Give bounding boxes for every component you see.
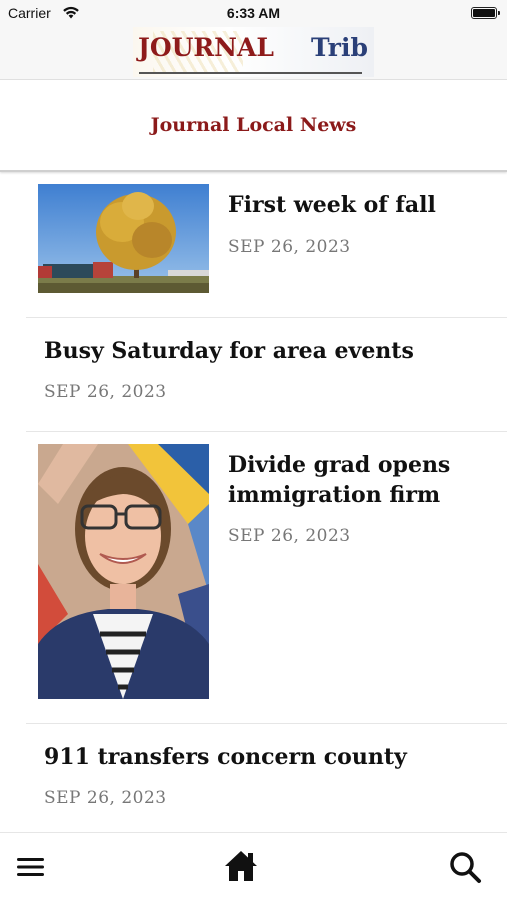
article-headline[interactable]: 911 transfers concern county — [44, 742, 407, 772]
battery-icon — [471, 7, 500, 19]
bottom-tab-bar — [0, 832, 507, 901]
article-thumbnail-tree[interactable] — [38, 184, 209, 293]
clock: 6:33 AM — [226, 5, 281, 21]
article-card[interactable]: Divide grad opens immigration firm SEP 2… — [26, 432, 507, 724]
article-headline[interactable]: First week of fall — [228, 190, 436, 220]
section-title: Journal Local News — [150, 114, 357, 136]
home-icon[interactable] — [223, 848, 259, 884]
top-chrome: Carrier 6:33 AM JOURNAL Trib — [0, 0, 507, 80]
article-date: SEP 26, 2023 — [44, 788, 167, 808]
article-card[interactable]: Busy Saturday for area events SEP 26, 20… — [26, 318, 507, 432]
article-headline-line: immigration firm — [228, 482, 441, 508]
article-card[interactable]: First week of fall SEP 26, 2023 — [26, 172, 507, 318]
logo-underline — [139, 72, 362, 74]
article-headline[interactable]: Divide grad opens immigration firm — [228, 450, 450, 510]
search-icon[interactable] — [448, 850, 482, 884]
article-date: SEP 26, 2023 — [228, 526, 351, 546]
logo-journal-text: JOURNAL — [138, 33, 275, 62]
article-headline-line: Divide grad opens — [228, 452, 451, 478]
article-date: SEP 26, 2023 — [44, 382, 167, 402]
status-bar: Carrier 6:33 AM — [0, 0, 507, 26]
article-date: SEP 26, 2023 — [228, 237, 351, 257]
section-header: Journal Local News — [0, 80, 507, 172]
article-thumbnail-portrait[interactable] — [38, 444, 209, 699]
article-card[interactable]: 911 transfers concern county SEP 26, 202… — [26, 724, 507, 832]
article-headline[interactable]: Busy Saturday for area events — [44, 336, 414, 366]
journaltrib-logo[interactable]: JOURNAL Trib — [133, 27, 374, 77]
hamburger-menu-icon[interactable] — [16, 855, 46, 879]
logo-trib-text: Trib — [311, 33, 368, 62]
